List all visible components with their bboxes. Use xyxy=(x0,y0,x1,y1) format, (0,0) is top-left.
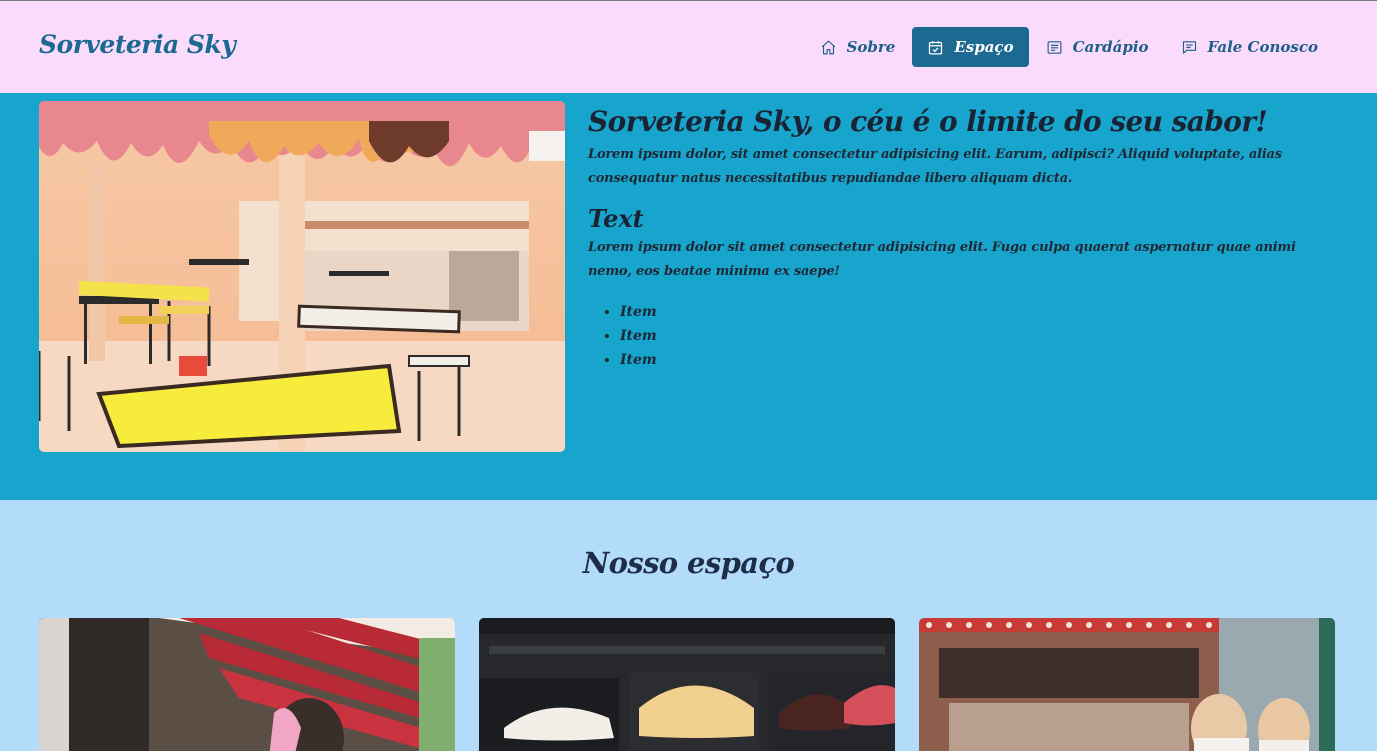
hero-paragraph: Lorem ipsum dolor, sit amet consectetur … xyxy=(588,147,1282,186)
hero-paragraph: Lorem ipsum dolor sit amet consectetur a… xyxy=(588,240,1296,279)
nav-item-sobre[interactable]: Sobre xyxy=(805,27,911,67)
nav-item-label: Espaço xyxy=(954,38,1014,56)
gallery-image-storefront[interactable] xyxy=(919,618,1335,751)
hero-text-block: Sorveteria Sky, o céu é o limite do seu … xyxy=(588,101,1328,372)
calendar-check-icon xyxy=(929,40,943,55)
list-icon xyxy=(1047,40,1062,54)
hero-title: Sorveteria Sky, o céu é o limite do seu … xyxy=(588,105,1268,138)
shop-interior-image xyxy=(39,101,565,452)
main-nav: Sobre Espaço Cardápio Fale Conosco xyxy=(805,27,1333,67)
gallery-title: Nosso espaço xyxy=(582,546,795,580)
list-item: Item xyxy=(620,300,1328,324)
home-icon xyxy=(821,40,835,54)
nav-item-fale-conosco[interactable]: Fale Conosco xyxy=(1166,27,1333,67)
nav-item-cardapio[interactable]: Cardápio xyxy=(1031,27,1164,67)
chat-icon xyxy=(1182,40,1196,54)
gallery-image-awning[interactable] xyxy=(39,618,455,751)
list-item: Item xyxy=(620,348,1328,372)
list-item: Item xyxy=(620,324,1328,348)
hero-section: Sorveteria Sky, o céu é o limite do seu … xyxy=(0,93,1377,500)
site-header: Sorveteria Sky Sobre Espaço Cardápio Fal… xyxy=(0,1,1377,93)
hero-item-list: Item Item Item xyxy=(588,300,1328,372)
hero-subtitle: Text xyxy=(588,204,644,233)
nav-item-label: Fale Conosco xyxy=(1207,38,1318,56)
nav-item-label: Sobre xyxy=(846,38,896,56)
nav-item-label: Cardápio xyxy=(1072,38,1149,56)
brand-logo[interactable]: Sorveteria Sky xyxy=(39,30,236,59)
nav-item-espaco[interactable]: Espaço xyxy=(912,27,1029,67)
gallery-image-ice-cream-display[interactable] xyxy=(479,618,895,751)
